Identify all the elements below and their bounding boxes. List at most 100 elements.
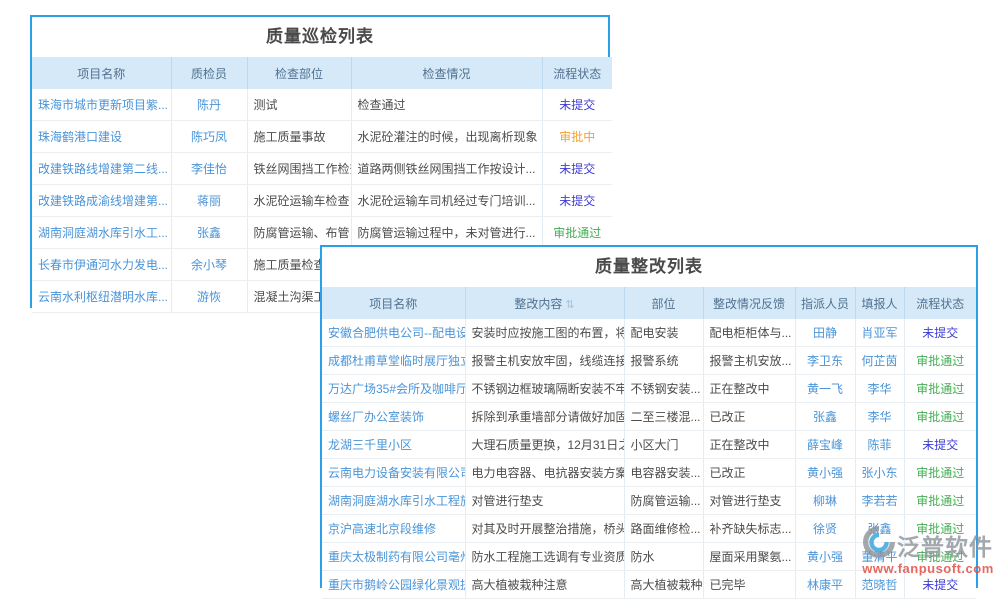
cell-reporter[interactable]: 陈菲: [855, 431, 904, 459]
cell-assignee[interactable]: 张鑫: [795, 403, 855, 431]
col-header-rectify-content-label: 整改内容: [514, 297, 562, 311]
cell-reporter[interactable]: 何芷茵: [855, 347, 904, 375]
status-badge[interactable]: 审批通过: [904, 375, 976, 403]
status-badge[interactable]: 审批通过: [904, 459, 976, 487]
table-row: 万达广场35#会所及咖啡厅空... 不锈钢边框玻璃隔断安装不牢... 不锈钢安装…: [322, 375, 976, 403]
cell-inspector[interactable]: 陈丹: [171, 89, 247, 121]
table-row: 重庆市鹅岭公园绿化景观提升... 高大植被栽种注意 高大植被栽种 已完毕 林康平…: [322, 571, 976, 599]
cell-part: 配电安装: [624, 319, 703, 347]
status-badge[interactable]: 审批通过: [904, 487, 976, 515]
cell-inspector[interactable]: 陈巧凤: [171, 121, 247, 153]
cell-assignee[interactable]: 徐贤: [795, 515, 855, 543]
cell-inspector[interactable]: 游恢: [171, 281, 247, 313]
rectify-table-card: 质量整改列表 项目名称 整改内容⇅ 部位 整改情况反馈 指派人员 填报人 流程状…: [320, 245, 978, 588]
inspection-table-title: 质量巡检列表: [32, 17, 608, 57]
cell-inspector[interactable]: 张鑫: [171, 217, 247, 249]
cell-project-name[interactable]: 改建铁路线增建第二线...: [32, 153, 171, 185]
cell-project-name[interactable]: 云南水利枢纽潜明水库...: [32, 281, 171, 313]
status-badge[interactable]: 未提交: [542, 89, 612, 121]
status-badge[interactable]: 未提交: [904, 319, 976, 347]
cell-feedback: 对管进行垫支: [703, 487, 795, 515]
cell-part: 路面维修检...: [624, 515, 703, 543]
col-header-flow-status: 流程状态: [904, 287, 976, 319]
status-badge[interactable]: 审批通过: [904, 515, 976, 543]
cell-feedback: 补齐缺失标志...: [703, 515, 795, 543]
cell-project-name[interactable]: 珠海市城市更新项目紫...: [32, 89, 171, 121]
cell-feedback: 正在整改中: [703, 431, 795, 459]
col-header-project-name: 项目名称: [322, 287, 465, 319]
status-badge[interactable]: 未提交: [904, 571, 976, 599]
cell-project-name[interactable]: 万达广场35#会所及咖啡厅空...: [322, 375, 465, 403]
status-badge[interactable]: 未提交: [542, 185, 612, 217]
cell-project-name[interactable]: 改建铁路成渝线增建第...: [32, 185, 171, 217]
cell-rectify-content: 不锈钢边框玻璃隔断安装不牢...: [465, 375, 624, 403]
cell-assignee[interactable]: 黄小强: [795, 459, 855, 487]
cell-project-name[interactable]: 成都杜甫草堂临时展厅独立展...: [322, 347, 465, 375]
cell-check-part: 水泥砼运输车检查: [247, 185, 351, 217]
cell-reporter[interactable]: 李华: [855, 375, 904, 403]
cell-assignee[interactable]: 黄一飞: [795, 375, 855, 403]
cell-inspector[interactable]: 蒋丽: [171, 185, 247, 217]
cell-assignee[interactable]: 李卫东: [795, 347, 855, 375]
col-header-flow-status: 流程状态: [542, 57, 612, 89]
cell-project-name[interactable]: 京沪高速北京段维修: [322, 515, 465, 543]
cell-project-name[interactable]: 螺丝厂办公室装饰: [322, 403, 465, 431]
cell-project-name[interactable]: 云南电力设备安装有限公司20...: [322, 459, 465, 487]
sort-icon[interactable]: ⇅: [565, 299, 574, 311]
cell-reporter[interactable]: 范晓哲: [855, 571, 904, 599]
cell-rectify-content: 高大植被栽种注意: [465, 571, 624, 599]
status-badge[interactable]: 审批通过: [904, 543, 976, 571]
cell-assignee[interactable]: 田静: [795, 319, 855, 347]
cell-project-name[interactable]: 长春市伊通河水力发电...: [32, 249, 171, 281]
table-row: 湖南洞庭湖水库引水工程施工标 对管进行垫支 防腐管运输... 对管进行垫支 柳琳…: [322, 487, 976, 515]
rectify-table-title: 质量整改列表: [322, 247, 976, 287]
cell-project-name[interactable]: 龙湖三千里小区: [322, 431, 465, 459]
cell-check-situation: 检查通过: [351, 89, 542, 121]
status-badge[interactable]: 未提交: [904, 431, 976, 459]
cell-project-name[interactable]: 重庆市鹅岭公园绿化景观提升...: [322, 571, 465, 599]
cell-rectify-content: 防水工程施工选调有专业资质...: [465, 543, 624, 571]
cell-rectify-content: 对其及时开展整治措施，桥头...: [465, 515, 624, 543]
cell-project-name[interactable]: 湖南洞庭湖水库引水工程施工标: [322, 487, 465, 515]
cell-assignee[interactable]: 林康平: [795, 571, 855, 599]
cell-rectify-content: 拆除到承重墙部分请做好加固...: [465, 403, 624, 431]
status-badge[interactable]: 审批通过: [904, 403, 976, 431]
cell-inspector[interactable]: 余小琴: [171, 249, 247, 281]
status-badge[interactable]: 未提交: [542, 153, 612, 185]
cell-part: 高大植被栽种: [624, 571, 703, 599]
status-badge[interactable]: 审批通过: [542, 217, 612, 249]
col-header-rectify-content[interactable]: 整改内容⇅: [465, 287, 624, 319]
cell-reporter[interactable]: 肖亚军: [855, 319, 904, 347]
cell-reporter[interactable]: 董清平: [855, 543, 904, 571]
col-header-part: 部位: [624, 287, 703, 319]
cell-check-situation: 水泥砼运输车司机经过专门培训...: [351, 185, 542, 217]
cell-project-name[interactable]: 湖南洞庭湖水库引水工...: [32, 217, 171, 249]
cell-feedback: 已改正: [703, 459, 795, 487]
cell-feedback: 报警主机安放...: [703, 347, 795, 375]
table-row: 京沪高速北京段维修 对其及时开展整治措施，桥头... 路面维修检... 补齐缺失…: [322, 515, 976, 543]
cell-reporter[interactable]: 张小东: [855, 459, 904, 487]
cell-feedback: 屋面采用聚氨...: [703, 543, 795, 571]
table-row: 云南电力设备安装有限公司20... 电力电容器、电抗器安装方案,... 电容器安…: [322, 459, 976, 487]
cell-project-name[interactable]: 安徽合肥供电公司--配电设备...: [322, 319, 465, 347]
cell-assignee[interactable]: 薛宝峰: [795, 431, 855, 459]
status-badge[interactable]: 审批通过: [904, 347, 976, 375]
status-badge[interactable]: 审批中: [542, 121, 612, 153]
col-header-reporter: 填报人: [855, 287, 904, 319]
cell-reporter[interactable]: 李若若: [855, 487, 904, 515]
cell-inspector[interactable]: 李佳怡: [171, 153, 247, 185]
cell-project-name[interactable]: 重庆太极制药有限公司亳州中...: [322, 543, 465, 571]
cell-reporter[interactable]: 张鑫: [855, 515, 904, 543]
cell-check-situation: 水泥砼灌注的时候，出现离析现象: [351, 121, 542, 153]
cell-part: 不锈钢安装...: [624, 375, 703, 403]
col-header-check-situation: 检查情况: [351, 57, 542, 89]
col-header-assignee: 指派人员: [795, 287, 855, 319]
cell-reporter[interactable]: 李华: [855, 403, 904, 431]
cell-check-part: 防腐管运输、布管: [247, 217, 351, 249]
cell-assignee[interactable]: 黄小强: [795, 543, 855, 571]
table-row: 重庆太极制药有限公司亳州中... 防水工程施工选调有专业资质... 防水 屋面采…: [322, 543, 976, 571]
cell-project-name[interactable]: 珠海鹤港口建设: [32, 121, 171, 153]
cell-part: 防水: [624, 543, 703, 571]
cell-assignee[interactable]: 柳琳: [795, 487, 855, 515]
cell-rectify-content: 对管进行垫支: [465, 487, 624, 515]
